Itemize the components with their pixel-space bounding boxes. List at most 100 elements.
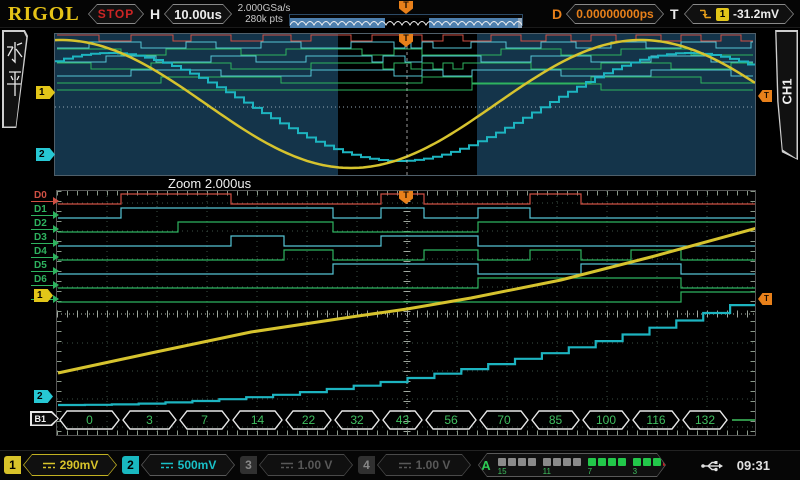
bus-b1-label[interactable]: B1: [30, 411, 59, 426]
la-square-group: 7: [588, 458, 626, 466]
digital-trace-zoom-D7: [58, 292, 755, 302]
la-channel-square-7: [588, 458, 596, 466]
bus-value-text: 132: [695, 413, 715, 427]
ch2-scale-value: 500mV: [178, 458, 217, 472]
bus-value: 132: [683, 411, 727, 429]
la-channel-square-2: [643, 458, 651, 466]
bus-value: 14: [233, 411, 282, 429]
run-state-button[interactable]: STOP: [88, 4, 144, 24]
waveform-bar-zoom-window: [385, 18, 429, 28]
la-group-tick-label: 11: [543, 467, 551, 476]
zoom-sweep-display: 03714223243567085100116132: [56, 190, 756, 436]
ch2-position-marker-main[interactable]: 2: [36, 148, 55, 161]
trigger-source-badge: 1: [716, 8, 729, 21]
la-channel-square-12: [528, 458, 536, 466]
clock-readout: 09:31: [737, 458, 770, 473]
la-square-group: 11: [543, 458, 581, 466]
digital-channel-label-D3[interactable]: D3: [31, 232, 55, 244]
ch4-scale-content: 1.00 V: [378, 455, 470, 475]
la-channel-square-13: [518, 458, 526, 466]
ch1-status-button[interactable]: 1290mV: [4, 453, 117, 477]
digital-channel-label-D6[interactable]: D6: [31, 274, 55, 286]
digital-channel-label-D1[interactable]: D1: [31, 204, 55, 216]
timebase-value: 10.00us: [174, 7, 222, 22]
bus-value: 70: [480, 411, 528, 429]
bus-value-text: 14: [251, 413, 265, 427]
la-channel-square-4: [618, 458, 626, 466]
run-state-label: STOP: [98, 7, 134, 21]
dc-coupling-icon: [280, 461, 294, 470]
timebase-control[interactable]: 10.00us: [164, 4, 232, 24]
ch4-status-button[interactable]: 4 1.00 V: [358, 453, 471, 477]
la-channel-square-1: [653, 458, 661, 466]
la-label: LA: [473, 458, 490, 473]
ch1-position-marker-main[interactable]: 1: [36, 86, 55, 99]
ch1-menu-tab[interactable]: CH1: [772, 30, 798, 160]
ch2-status-button[interactable]: 2 500mV: [122, 453, 235, 477]
ch3-scale-value: 1.00 V: [298, 458, 333, 472]
la-channel-square-8: [573, 458, 581, 466]
ch1-menu-tab-face: CH1: [774, 32, 797, 159]
bus-value-text: 70: [497, 413, 511, 427]
digital-channel-label-text: D5: [34, 260, 47, 271]
bus-value-text: 0: [86, 413, 93, 427]
la-group-tick-label: 3: [633, 467, 637, 476]
zoom-sweep-waveforms: 03714223243567085100116132: [57, 191, 755, 435]
digital-channel-label-D5[interactable]: D5: [31, 260, 55, 272]
ch2-badge: 2: [122, 456, 139, 474]
digital-channel-label-text: D6: [34, 274, 47, 285]
digital-channel-label-D0[interactable]: D0: [31, 190, 55, 202]
waveform-position-graphic: [290, 18, 522, 28]
channel-position-arrow-icon: [53, 295, 59, 303]
trigger-level-value: -31.2mV: [733, 7, 779, 21]
la-channel-square-15: [498, 458, 506, 466]
digital-channel-label-text: D1: [34, 204, 47, 215]
bus-value: 100: [583, 411, 629, 429]
ch3-status-button[interactable]: 3 1.00 V: [240, 453, 353, 477]
ch3-scale-content: 1.00 V: [260, 455, 352, 475]
la-square-group: 15: [498, 458, 536, 466]
la-group-tick-label: 7: [588, 467, 592, 476]
la-status-button[interactable]: LA 151173: [478, 453, 666, 477]
ch2-position-marker-zoom[interactable]: 2: [34, 390, 53, 403]
bus-value: 43: [383, 411, 422, 429]
sample-rate: 2.000GSa/s: [234, 3, 294, 14]
trigger-level-marker-zoom[interactable]: T: [758, 293, 772, 305]
delay-label: D: [552, 6, 562, 22]
trigger-label: T: [670, 6, 679, 22]
digital-channel-label-D2[interactable]: D2: [31, 218, 55, 230]
trigger-position-marker-top[interactable]: T: [399, 1, 413, 14]
digital-channel-label-text: D3: [34, 232, 47, 243]
zoom-timebase-label: Zoom 2.000us: [168, 176, 251, 191]
la-group-tick-label: 15: [498, 467, 507, 476]
ch4-scale-pill: 1.00 V: [377, 454, 471, 476]
horizontal-menu-tab[interactable]: [2, 30, 28, 128]
delay-readout[interactable]: 0.00000000ps: [566, 4, 664, 24]
digital-channel-label-D4[interactable]: D4: [31, 246, 55, 258]
trigger-level-marker-main[interactable]: T: [758, 90, 772, 102]
horizontal-label: H: [150, 6, 160, 22]
memory-depth: 280k pts: [234, 14, 294, 25]
oscilloscope-screen: RIGOL STOP H 10.00us 2.000GSa/s 280k pts…: [0, 0, 800, 480]
la-channel-square-11: [543, 458, 551, 466]
waveform-position-bar[interactable]: [289, 14, 523, 26]
ch4-badge: 4: [358, 456, 375, 474]
dc-coupling-icon: [160, 461, 174, 470]
ch4-scale-value: 1.00 V: [416, 458, 451, 472]
chinese-horizontal-text-icon: [4, 40, 26, 100]
ch2-scale-pill: 500mV: [141, 454, 235, 476]
bus-value: 32: [335, 411, 379, 429]
falling-edge-icon: [699, 8, 712, 20]
dc-coupling-icon: [398, 461, 412, 470]
la-channel-square-5: [608, 458, 616, 466]
la-channel-square-6: [598, 458, 606, 466]
trigger-settings[interactable]: 1 -31.2mV: [684, 4, 794, 24]
ch3-scale-pill: 1.00 V: [259, 454, 353, 476]
bus-value-text: 7: [201, 413, 208, 427]
rigol-logo: RIGOL: [8, 3, 80, 26]
ch3-badge: 3: [240, 456, 257, 474]
bus-value: 116: [633, 411, 679, 429]
bus-value: 22: [286, 411, 331, 429]
horizontal-menu-tab-face: [4, 32, 27, 127]
ch1-scale-content: 290mV: [24, 455, 116, 475]
